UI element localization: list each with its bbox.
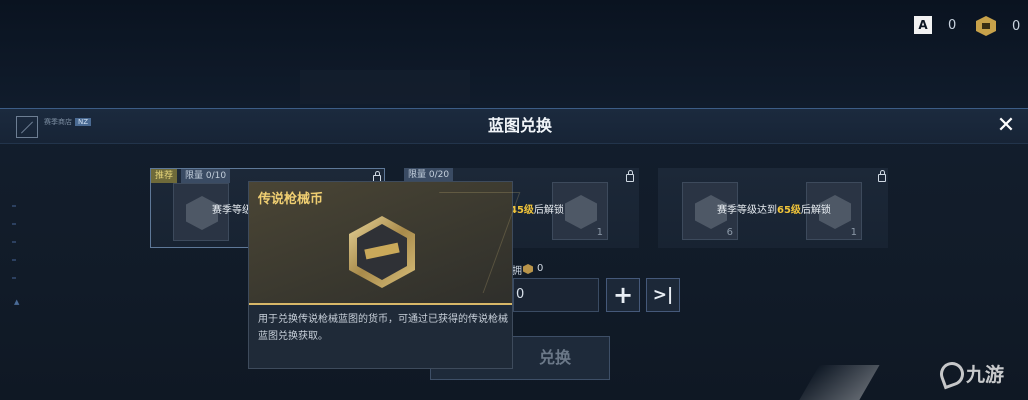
lock-icon [878, 170, 886, 182]
slot-count: 1 [850, 227, 857, 238]
unlock-condition-3: 赛季等级达到65级后解锁 [717, 201, 831, 216]
owned-label: 拥 [512, 266, 522, 277]
weapon-letter-icon: A [914, 16, 932, 34]
tooltip-description: 用于兑换传说枪械蓝图的货币，可通过已获得的传说枪械蓝图兑换获取。 [258, 314, 508, 342]
page-title: 蓝图兑换 [487, 116, 552, 135]
currency-a-value: 0 [948, 17, 957, 33]
header-bar: 赛季商店 NZ 蓝图兑换 [0, 108, 1028, 144]
slot-count: 1 [596, 227, 603, 238]
lock-icon [626, 170, 634, 182]
unlock-suffix: 后解锁 [533, 205, 564, 216]
recommend-tag: 推荐 [151, 169, 178, 183]
blueprint-icon [565, 195, 597, 229]
unlock-level: 65级 [777, 205, 801, 216]
owned-value: 0 [537, 263, 544, 274]
item-tooltip: 传说枪械币 用于兑换传说枪械蓝图的货币，可通过已获得的传说枪械蓝图兑换获取。 [248, 181, 513, 369]
side-triangle-icon: ▲ [14, 298, 20, 306]
watermark-logo-icon [936, 358, 968, 389]
quantity-input[interactable]: 0 [513, 278, 599, 312]
watermark: 九游 [936, 358, 1005, 389]
background-top [0, 0, 1028, 108]
slot-count: 6 [726, 227, 733, 238]
side-decoration [12, 205, 20, 325]
watermark-text: 九游 [966, 364, 1005, 386]
gold-coin-icon [976, 16, 996, 36]
unlock-suffix: 后解锁 [800, 205, 831, 216]
close-button[interactable]: ✕ [992, 112, 1020, 140]
increase-button[interactable]: + [606, 278, 640, 312]
max-button[interactable]: >| [646, 278, 680, 312]
background-panel-shape [300, 70, 470, 104]
tooltip-title: 传说枪械币 [258, 192, 324, 207]
limit-tag: 限量 0/20 [404, 168, 454, 182]
currency-a: A 0 [914, 16, 956, 34]
exchange-button-label: 兑换 [538, 348, 571, 367]
tooltip-divider [249, 303, 512, 305]
limit-tag: 限量 0/10 [181, 169, 231, 183]
unlock-prefix: 赛季等级达到 [717, 205, 777, 216]
currency-b: 0 [976, 16, 1020, 36]
currency-b-value: 0 [1012, 18, 1021, 34]
unlock-condition-1: 赛季等级 [212, 205, 252, 216]
